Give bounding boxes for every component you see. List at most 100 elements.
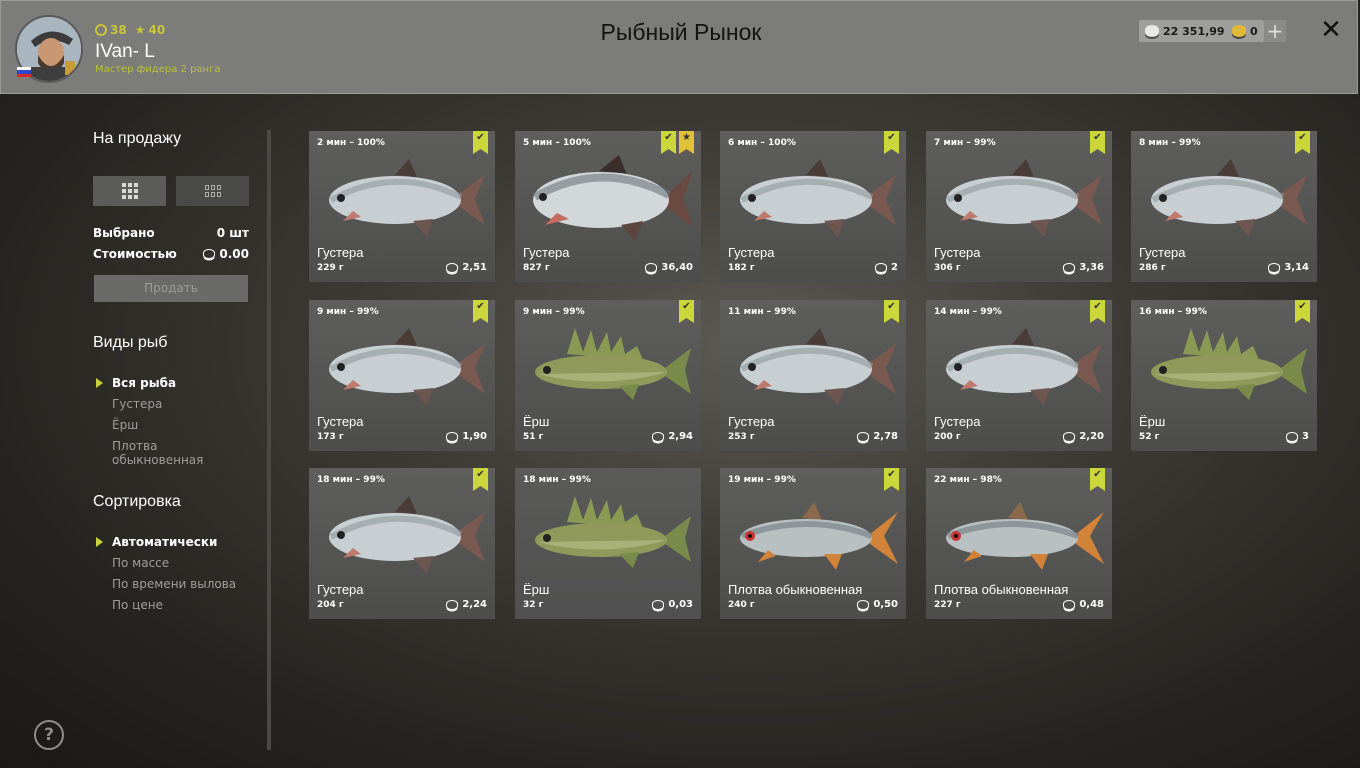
gold-amount: 0 [1250,24,1258,38]
fish-price-value: 2,94 [668,431,693,442]
coin-icon [652,431,665,442]
fish-price: 2,94 [652,431,693,442]
silver-amount: 22 351,99 [1163,24,1225,38]
fish-card[interactable]: 8 мин – 99% ✔ Густера 286 г 3,14 [1131,131,1317,282]
fish-card[interactable]: 18 мин – 99% ✔ Густера 204 г 2,24 [309,468,495,619]
species-filter-gustera[interactable]: Густера [112,397,162,411]
fish-price-value: 0,48 [1079,599,1104,610]
fish-card[interactable]: 5 мин – 100% ✔ ★ Густера 827 г 36,40 [515,131,701,282]
cost-label: Стоимостью [93,247,177,261]
fish-card[interactable]: 9 мин – 99% ✔ Ёрш 51 г 2,94 [515,300,701,451]
silver-balance: 22 351,99 [1139,20,1231,42]
fish-price-value: 3,14 [1284,262,1309,273]
species-filter-ruffe[interactable]: Ёрш [112,418,138,432]
fish-price-value: 3,36 [1079,262,1104,273]
add-gold-button[interactable]: + [1264,20,1286,42]
fish-price-value: 36,40 [661,262,693,273]
catch-time: 18 мин – 99% [317,475,385,485]
top-bar: 38 ★ 40 IVan- L Мастер фидера 2 ранга Ры… [0,0,1358,94]
fish-name: Плотва обыкновенная [728,582,863,597]
fish-card[interactable]: 11 мин – 99% ✔ Густера 253 г 2,78 [720,300,906,451]
help-button[interactable]: ? [34,720,64,750]
large-grid-view-button[interactable] [93,176,166,206]
fish-name: Густера [317,582,364,597]
selected-check-icon[interactable]: ✔ [661,131,676,154]
sort-by-time[interactable]: По времени вылова [112,577,236,591]
fish-weight: 827 г [523,263,550,273]
fish-name: Густера [934,414,981,429]
coin-icon [857,599,870,610]
fish-card[interactable]: 7 мин – 99% ✔ Густера 306 г 3,36 [926,131,1112,282]
selected-check-icon[interactable]: ✔ [884,300,899,323]
fish-price: 1,90 [446,431,487,442]
selected-check-icon[interactable]: ✔ [1090,468,1105,491]
fish-card[interactable]: 22 мин – 98% ✔ Плотва обыкновенная 227 г 0,4… [926,468,1112,619]
selected-check-icon[interactable]: ✔ [1295,300,1310,323]
fish-card[interactable]: 16 мин – 99% ✔ Ёрш 52 г 3 [1131,300,1317,451]
fish-name: Густера [728,414,775,429]
catch-time: 9 мин – 99% [317,307,379,317]
fish-weight: 286 г [1139,263,1166,273]
fish-card[interactable]: 6 мин – 100% ✔ Густера 182 г 2 [720,131,906,282]
selected-check-icon[interactable]: ✔ [884,468,899,491]
fish-weight: 240 г [728,600,755,610]
selected-check-icon[interactable]: ✔ [679,300,694,323]
sort-by-price[interactable]: По цене [112,598,163,612]
coin-icon [446,599,459,610]
fish-card[interactable]: 14 мин – 99% ✔ Густера 200 г 2,20 [926,300,1112,451]
sort-selected-arrow-icon [96,537,103,547]
selected-check-icon[interactable]: ✔ [473,131,488,154]
species-title: Виды рыб [93,334,168,351]
sort-by-mass[interactable]: По массе [112,556,169,570]
selected-check-icon[interactable]: ✔ [1090,300,1105,323]
fish-price-value: 3 [1302,431,1309,442]
coin-icon [1286,431,1299,442]
fish-card[interactable]: 19 мин – 99% ✔ Плотва обыкновенная 240 г 0,5… [720,468,906,619]
fish-weight: 52 г [1139,432,1160,442]
selected-check-icon[interactable]: ✔ [473,300,488,323]
sell-button[interactable]: Продать [94,275,248,302]
fish-card[interactable]: 2 мин – 100% ✔ Густера 229 г 2,51 [309,131,495,282]
catch-time: 5 мин – 100% [523,138,591,148]
catch-time: 7 мин – 99% [934,138,996,148]
sort-auto[interactable]: Автоматически [112,535,217,549]
selected-check-icon[interactable]: ✔ [884,131,899,154]
fish-price: 0,50 [857,599,898,610]
fish-name: Густера [523,245,570,260]
fish-price: 2 [875,262,898,273]
coin-icon [1063,431,1076,442]
catch-time: 14 мин – 99% [934,307,1002,317]
catch-time: 2 мин – 100% [317,138,385,148]
fish-price: 3 [1286,431,1309,442]
silver-coin-icon [1145,25,1159,37]
fish-name: Ёрш [523,582,550,597]
fish-price: 2,51 [446,262,487,273]
selected-label: Выбрано [93,226,155,240]
catch-time: 22 мин – 98% [934,475,1002,485]
small-grid-view-button[interactable] [176,176,249,206]
fish-price: 2,78 [857,431,898,442]
for-sale-title: На продажу [93,130,182,147]
fish-name: Густера [1139,245,1186,260]
species-filter-all[interactable]: Вся рыба [112,376,176,390]
fish-weight: 306 г [934,263,961,273]
fish-card[interactable]: 18 мин – 99% Ёрш 32 г 0,03 [515,468,701,619]
selected-check-icon[interactable]: ✔ [1090,131,1105,154]
selected-check-icon[interactable]: ✔ [1295,131,1310,154]
fish-price: 3,36 [1063,262,1104,273]
coin-icon [446,262,459,273]
fish-price-value: 2,78 [873,431,898,442]
fish-name: Ёрш [1139,414,1166,429]
small-grid-icon [204,185,221,197]
selected-value: 0 шт [216,226,249,240]
species-filter-roach[interactable]: Плотва обыкновенная [112,439,222,467]
catch-time: 18 мин – 99% [523,475,591,485]
selected-check-icon[interactable]: ✔ [473,468,488,491]
close-button[interactable]: ✕ [1317,15,1345,45]
catch-time: 16 мин – 99% [1139,307,1207,317]
coin-icon [1063,599,1076,610]
fish-card[interactable]: 9 мин – 99% ✔ Густера 173 г 1,90 [309,300,495,451]
fish-weight: 182 г [728,263,755,273]
fish-price-value: 2,20 [1079,431,1104,442]
gold-coin-icon [1232,25,1246,37]
